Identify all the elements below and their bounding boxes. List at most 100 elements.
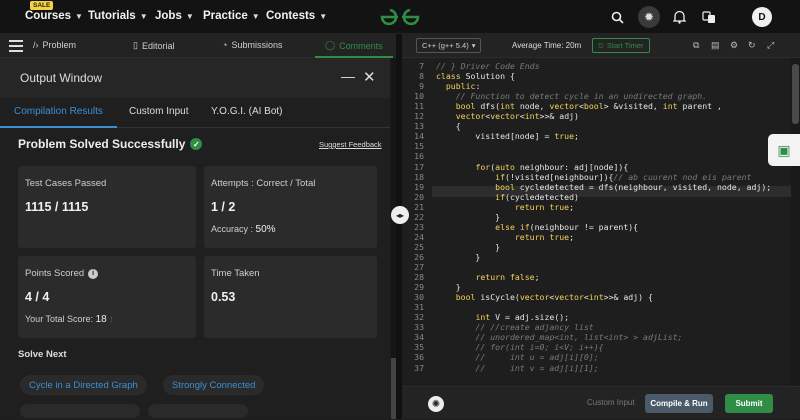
time-card: Time Taken 0.53 [204, 256, 377, 338]
points-card: Points Scored i 4 / 4 Your Total Score: 1… [18, 256, 196, 338]
file-icon[interactable]: ▤ [711, 40, 720, 51]
translate-icon[interactable] [700, 8, 718, 26]
tab-comments[interactable]: ◯ Comments [315, 40, 393, 58]
left-panel: /› Problem ▯ Editorial ◔ Submissions ◯ Comme… [0, 34, 396, 419]
code-line: else if(neighbour != parent){ [495, 221, 639, 232]
arrow-up-icon: ↑ [109, 314, 114, 324]
close-icon[interactable]: ✕ [363, 68, 376, 86]
code-line: class Solution { [436, 71, 515, 82]
next-problem-chip[interactable]: Strongly Connected [163, 375, 265, 395]
line-number: 9 [419, 81, 424, 92]
next-problem-chip[interactable] [148, 404, 248, 418]
code-line: // unordered_map<int, list<int> > adjLis… [436, 332, 683, 343]
code-line: // //create adjancy list [436, 322, 594, 333]
fullscreen-icon[interactable]: ⤢ [767, 40, 774, 51]
line-number: 13 [414, 121, 424, 132]
nav-jobs[interactable]: Jobs ▼ [155, 10, 194, 22]
chevron-down-icon: ▾ [471, 41, 476, 50]
attempts-value: 1 / 2 [211, 200, 236, 214]
line-number: 33 [414, 322, 424, 333]
tab-submissions[interactable]: ◔ Submissions [222, 40, 282, 50]
output-window: Output Window — ✕ Compilation Results Cu… [0, 58, 390, 419]
start-timer-button[interactable]: ⏲ Start Timer [592, 38, 650, 53]
attempts-card: Attempts : Correct / Total 1 / 2 Accurac… [204, 166, 377, 248]
solve-next-heading: Solve Next [18, 349, 67, 360]
next-problem-chip[interactable] [20, 404, 140, 418]
code-line: } [436, 251, 481, 262]
submit-button[interactable]: Submit [725, 394, 773, 413]
code-line: bool dfs(int node, vector<bool> &visited… [455, 101, 722, 112]
line-number: 15 [414, 141, 424, 152]
line-number: 29 [414, 282, 424, 293]
tab-editorial[interactable]: ▯ Editorial [133, 40, 174, 51]
code-line: // Function to detect cycle in an undire… [436, 91, 708, 102]
code-line: // for(int i=0; i<V; i++){ [436, 342, 604, 353]
nav-contests[interactable]: Contests ▼ [266, 10, 327, 22]
code-icon: /› [33, 40, 39, 50]
line-number: 30 [414, 292, 424, 303]
suggest-feedback-link[interactable]: Suggest Feedback [319, 140, 382, 149]
gear-icon[interactable]: ⚙ [730, 40, 738, 51]
custom-input-button[interactable]: Custom Input [587, 398, 635, 407]
lightbulb-icon[interactable]: ✺ [428, 396, 444, 412]
code-editor[interactable]: 7 8 9 10 11 12 13 14 15 16 17 18 19 20 21 22 23 24 25 26 27 2… [402, 58, 800, 420]
theme-toggle-icon[interactable]: ✹ [638, 6, 660, 28]
top-navbar: SALE Courses ▼ Tutorials ▼ Jobs ▼ Practice ▼… [0, 0, 800, 34]
code-line: int V = adj.size(); [475, 312, 570, 323]
line-number: 14 [414, 131, 424, 142]
editor-scrollbar[interactable] [791, 58, 800, 420]
time-value: 0.53 [211, 290, 236, 304]
code-line: bool isCycle(vector<vector<int>>& adj) { [455, 292, 653, 303]
code-line: visited[node] = true; [436, 131, 579, 142]
line-number: 7 [419, 61, 424, 71]
avatar[interactable]: D [752, 7, 772, 27]
book-icon: ▯ [133, 40, 138, 50]
minimize-icon[interactable]: — [341, 68, 355, 84]
line-number: 27 [414, 262, 424, 272]
clock-icon: ◔ [222, 40, 228, 50]
editor-panel: C++ (g++ 5.4) ▾ Average Time: 20m ⏲ Start … [402, 34, 800, 420]
chat-icon[interactable]: ▣ [768, 134, 800, 166]
bell-icon[interactable] [670, 8, 688, 26]
menu-icon[interactable] [9, 40, 23, 55]
compile-run-button[interactable]: Compile & Run [645, 394, 713, 413]
search-icon[interactable] [608, 8, 626, 26]
language-select[interactable]: C++ (g++ 5.4) ▾ [416, 38, 482, 53]
next-problem-chip[interactable]: Cycle in a Directed Graph [20, 375, 147, 395]
test-cases-card: Test Cases Passed 1115 / 1115 [18, 166, 196, 248]
scrollbar-thumb[interactable] [792, 64, 799, 124]
nav-tutorials[interactable]: Tutorials ▼ [88, 10, 148, 22]
resize-handle-icon[interactable]: ◂▸ [391, 206, 409, 224]
tab-compilation-results[interactable]: Compilation Results [0, 106, 117, 128]
info-icon[interactable]: i [88, 268, 99, 279]
tab-custom-input[interactable]: Custom Input [129, 106, 188, 117]
test-cases-value: 1115 / 1115 [25, 200, 89, 214]
comment-icon: ◯ [325, 40, 336, 50]
check-circle-icon: ✓ [190, 138, 203, 150]
gfg-logo-icon[interactable] [378, 6, 422, 28]
code-line: public: [445, 81, 481, 92]
tab-yogi-bot[interactable]: Y.O.G.I. (AI Bot) [211, 106, 283, 117]
code-line: } [436, 211, 501, 222]
line-number: 19 [414, 181, 424, 192]
output-window-title: Output Window [20, 71, 103, 85]
chevron-down-icon: ▼ [185, 11, 194, 21]
editor-bottom-bar: ✺ Custom Input Compile & Run Submit [402, 386, 800, 419]
code-line: // } Driver Code Ends [436, 61, 540, 71]
code-line: if(cycledetected) [495, 191, 579, 202]
line-number: 17 [414, 161, 424, 172]
line-number: 8 [419, 71, 424, 82]
tab-problem[interactable]: /› Problem [33, 40, 76, 50]
line-number: 28 [414, 272, 424, 283]
chevron-down-icon: ▼ [75, 11, 83, 21]
nav-courses[interactable]: Courses ▼ [25, 10, 83, 22]
reset-icon[interactable]: ↻ [748, 40, 756, 51]
line-number: 32 [414, 312, 424, 323]
nav-practice[interactable]: Practice ▼ [203, 10, 260, 22]
copy-icon[interactable]: ⧉ [693, 40, 699, 51]
line-number: 24 [414, 231, 424, 242]
line-number: 10 [414, 91, 424, 102]
sale-badge: SALE [30, 1, 54, 10]
code-line: return true; [514, 201, 575, 212]
timer-icon: ⏲ [598, 40, 604, 50]
